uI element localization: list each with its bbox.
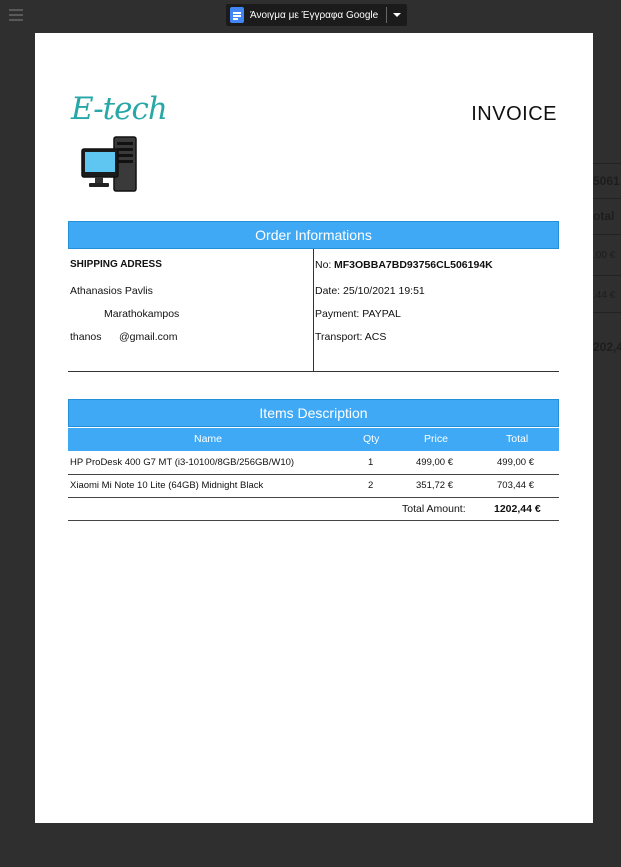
invoice-title: INVOICE [471, 103, 557, 125]
email-prefix: thanos [70, 331, 102, 343]
open-with-google-docs-button[interactable]: Άνοιγμα με Έγγραφα Google [226, 4, 408, 26]
bg-divider [593, 163, 621, 164]
transport-method: Transport: ACS [315, 331, 387, 343]
bg-text: .44 € [593, 290, 616, 301]
item-qty: 2 [368, 480, 374, 491]
background-page: 5061 otal .00 € .44 € 202,4 [593, 160, 621, 370]
item-total: 703,44 € [497, 480, 534, 491]
item-name: HP ProDesk 400 G7 MT (i3-10100/8GB/256GB… [70, 457, 295, 468]
items-description-header: Items Description [68, 399, 559, 427]
email-suffix: @gmail.com [119, 331, 178, 343]
logo: E-tech [71, 91, 168, 127]
bg-divider [593, 312, 621, 313]
bg-text: otal [593, 209, 615, 223]
items-table-header: Name Qty Price Total [68, 428, 559, 451]
google-docs-icon [230, 7, 244, 23]
table-row: HP ProDesk 400 G7 MT (i3-10100/8GB/256GB… [68, 451, 559, 475]
invoice-document: E-tech INVOICE Order Informations SHIPPI… [35, 33, 593, 823]
order-number-label: No: [315, 259, 332, 271]
total-label: Total Amount: [402, 503, 466, 515]
table-row: Xiaomi Mi Note 10 Lite (64GB) Midnight B… [68, 474, 559, 498]
bg-text: 202,4 [593, 340, 621, 354]
bg-text: 5061 [593, 174, 620, 188]
item-name: Xiaomi Mi Note 10 Lite (64GB) Midnight B… [70, 480, 264, 491]
order-date: Date: 25/10/2021 19:51 [315, 285, 425, 297]
open-with-label: Άνοιγμα με Έγγραφα Google [250, 9, 379, 21]
bg-divider [593, 198, 621, 199]
order-number: MF3OBBA7BD93756CL506194K [334, 259, 493, 271]
column-divider [313, 249, 314, 371]
order-informations-header: Order Informations [68, 221, 559, 249]
total-row: Total Amount: 1202,44 € [68, 497, 559, 521]
item-total: 499,00 € [497, 457, 534, 468]
item-price: 499,00 € [416, 457, 453, 468]
menu-icon[interactable] [9, 9, 23, 21]
customer-address: Marathokampos [104, 308, 180, 320]
bg-divider [593, 275, 621, 276]
order-info-box: SHIPPING ADRESS Athanasios Pavlis Marath… [68, 249, 559, 372]
shipping-heading: SHIPPING ADRESS [70, 259, 162, 270]
divider [386, 7, 388, 23]
column-total: Total [506, 433, 529, 445]
chevron-down-icon[interactable] [393, 13, 402, 17]
bg-divider [593, 234, 621, 235]
column-name: Name [194, 433, 223, 445]
item-qty: 1 [368, 457, 374, 468]
item-price: 351,72 € [416, 480, 453, 491]
payment-method: Payment: PAYPAL [315, 308, 401, 320]
column-price: Price [424, 433, 448, 445]
customer-name: Athanasios Pavlis [70, 285, 153, 297]
computer-icon [81, 136, 137, 192]
column-qty: Qty [363, 433, 380, 445]
bg-text: .00 € [593, 250, 616, 261]
total-amount: 1202,44 € [494, 503, 541, 515]
